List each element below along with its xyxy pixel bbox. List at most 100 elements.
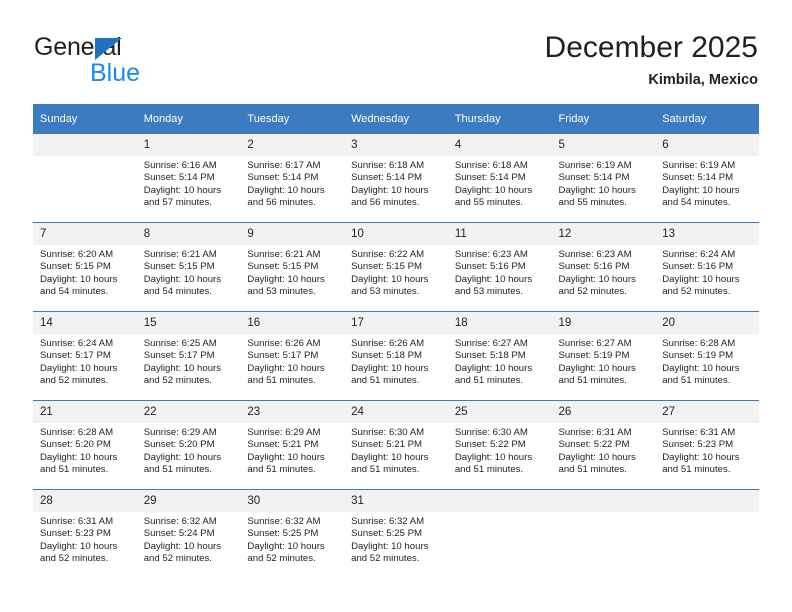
sunrise-text: Sunrise: 6:31 AM — [558, 427, 632, 438]
sunset-text: Sunset: 5:21 PM — [247, 439, 319, 451]
day-sun-info: Sunrise: 6:32 AM Sunset: 5:25 PM Daylight:… — [344, 512, 448, 566]
calendar-day-cell — [33, 133, 137, 223]
day-cell-content — [551, 490, 656, 578]
sunrise-text: Sunrise: 6:26 AM — [351, 338, 425, 349]
calendar-day-cell[interactable]: 12 Sunrise: 6:23 AM Sunset: 5:16 PM Dayligh… — [551, 222, 656, 312]
weekday-header-thursday: Thursday — [447, 104, 552, 134]
brand-logo[interactable]: General Blue — [34, 33, 254, 89]
sunset-text: Sunset: 5:16 PM — [454, 261, 526, 273]
daylight-text: Daylight: 10 hours and 52 minutes. — [40, 540, 118, 565]
day-sun-info: Sunrise: 6:21 AM Sunset: 5:15 PM Daylight:… — [240, 245, 344, 299]
day-sun-info: Sunrise: 6:30 AM Sunset: 5:21 PM Daylight:… — [344, 423, 448, 477]
calendar-day-cell[interactable]: 18 Sunrise: 6:27 AM Sunset: 5:18 PM Dayligh… — [447, 311, 552, 401]
sunset-text: Sunset: 5:14 PM — [662, 172, 734, 184]
calendar-day-cell[interactable]: 9 Sunrise: 6:21 AM Sunset: 5:15 PM Daylight… — [240, 222, 345, 312]
calendar-day-cell[interactable]: 22 Sunrise: 6:29 AM Sunset: 5:20 PM Dayligh… — [136, 400, 241, 490]
day-sun-info: Sunrise: 6:28 AM Sunset: 5:19 PM Daylight:… — [655, 334, 759, 388]
calendar-week-row: 28 Sunrise: 6:31 AM Sunset: 5:23 PM Dayligh… — [33, 489, 759, 578]
daylight-text: Daylight: 10 hours and 54 minutes. — [143, 273, 222, 298]
sunrise-text: Sunrise: 6:19 AM — [558, 160, 632, 171]
day-number — [655, 490, 759, 512]
day-sun-info: Sunrise: 6:32 AM Sunset: 5:24 PM Daylight:… — [137, 512, 241, 566]
day-number: 10 — [344, 223, 448, 245]
day-cell-content: 15 Sunrise: 6:25 AM Sunset: 5:17 PM Dayligh… — [136, 312, 241, 400]
sunrise-text: Sunrise: 6:28 AM — [662, 338, 736, 349]
sunset-text: Sunset: 5:21 PM — [351, 439, 423, 451]
day-number: 23 — [240, 401, 345, 423]
calendar-day-cell[interactable]: 23 Sunrise: 6:29 AM Sunset: 5:21 PM Dayligh… — [240, 400, 345, 490]
sunrise-text: Sunrise: 6:30 AM — [454, 427, 528, 438]
calendar-day-cell — [551, 489, 656, 578]
daylight-text: Daylight: 10 hours and 51 minutes. — [558, 451, 636, 476]
calendar-day-cell[interactable]: 1 Sunrise: 6:16 AM Sunset: 5:14 PM Daylight… — [136, 133, 241, 223]
sunset-text: Sunset: 5:23 PM — [40, 528, 111, 540]
day-number: 15 — [136, 312, 241, 334]
daylight-text: Daylight: 10 hours and 56 minutes. — [247, 184, 325, 209]
day-cell-content: 19 Sunrise: 6:27 AM Sunset: 5:19 PM Dayligh… — [551, 312, 656, 400]
sunset-text: Sunset: 5:14 PM — [558, 172, 630, 184]
sunset-text: Sunset: 5:19 PM — [662, 350, 734, 362]
calendar-day-cell[interactable]: 19 Sunrise: 6:27 AM Sunset: 5:19 PM Dayligh… — [551, 311, 656, 401]
calendar-day-cell[interactable]: 25 Sunrise: 6:30 AM Sunset: 5:22 PM Dayligh… — [447, 400, 552, 490]
calendar-day-cell[interactable]: 30 Sunrise: 6:32 AM Sunset: 5:25 PM Dayligh… — [240, 489, 345, 578]
sunset-text: Sunset: 5:18 PM — [351, 350, 423, 362]
weekday-header-monday: Monday — [136, 104, 241, 134]
calendar-day-cell[interactable]: 14 Sunrise: 6:24 AM Sunset: 5:17 PM Dayligh… — [33, 311, 137, 401]
calendar-week-row: 7 Sunrise: 6:20 AM Sunset: 5:15 PM Daylight… — [33, 222, 759, 312]
day-cell-content: 1 Sunrise: 6:16 AM Sunset: 5:14 PM Daylight… — [136, 134, 241, 222]
day-number: 6 — [655, 134, 759, 156]
daylight-text: Daylight: 10 hours and 52 minutes. — [351, 540, 429, 565]
calendar-day-cell[interactable]: 17 Sunrise: 6:26 AM Sunset: 5:18 PM Dayligh… — [344, 311, 448, 401]
calendar-day-cell[interactable]: 3 Sunrise: 6:18 AM Sunset: 5:14 PM Daylight… — [344, 133, 448, 223]
day-sun-info: Sunrise: 6:26 AM Sunset: 5:17 PM Daylight:… — [240, 334, 344, 388]
calendar-day-cell[interactable]: 20 Sunrise: 6:28 AM Sunset: 5:19 PM Dayligh… — [655, 311, 759, 401]
sunset-text: Sunset: 5:17 PM — [40, 350, 111, 362]
calendar-day-cell[interactable]: 4 Sunrise: 6:18 AM Sunset: 5:14 PM Daylight… — [447, 133, 552, 223]
daylight-text: Daylight: 10 hours and 51 minutes. — [143, 451, 222, 476]
calendar-day-cell[interactable]: 26 Sunrise: 6:31 AM Sunset: 5:22 PM Dayligh… — [551, 400, 656, 490]
calendar-day-cell[interactable]: 29 Sunrise: 6:32 AM Sunset: 5:24 PM Dayligh… — [136, 489, 241, 578]
calendar-day-cell[interactable]: 5 Sunrise: 6:19 AM Sunset: 5:14 PM Daylight… — [551, 133, 656, 223]
calendar-day-cell[interactable]: 10 Sunrise: 6:22 AM Sunset: 5:15 PM Dayligh… — [344, 222, 448, 312]
calendar-day-cell[interactable]: 7 Sunrise: 6:20 AM Sunset: 5:15 PM Daylight… — [33, 222, 137, 312]
day-number — [33, 134, 137, 156]
calendar-day-cell[interactable]: 8 Sunrise: 6:21 AM Sunset: 5:15 PM Daylight… — [136, 222, 241, 312]
calendar-day-cell[interactable]: 6 Sunrise: 6:19 AM Sunset: 5:14 PM Daylight… — [655, 133, 759, 223]
calendar-day-cell[interactable]: 16 Sunrise: 6:26 AM Sunset: 5:17 PM Dayligh… — [240, 311, 345, 401]
calendar-day-cell[interactable]: 15 Sunrise: 6:25 AM Sunset: 5:17 PM Dayligh… — [136, 311, 241, 401]
calendar-day-cell[interactable]: 27 Sunrise: 6:31 AM Sunset: 5:23 PM Dayligh… — [655, 400, 759, 490]
day-cell-content: 28 Sunrise: 6:31 AM Sunset: 5:23 PM Dayligh… — [33, 490, 137, 578]
sunset-text: Sunset: 5:15 PM — [351, 261, 423, 273]
sunrise-text: Sunrise: 6:16 AM — [143, 160, 217, 171]
daylight-text: Daylight: 10 hours and 52 minutes. — [40, 362, 118, 387]
weekday-header-wednesday: Wednesday — [344, 104, 448, 134]
calendar-day-cell[interactable]: 13 Sunrise: 6:24 AM Sunset: 5:16 PM Dayligh… — [655, 222, 759, 312]
calendar-day-cell[interactable]: 11 Sunrise: 6:23 AM Sunset: 5:16 PM Dayligh… — [447, 222, 552, 312]
daylight-text: Daylight: 10 hours and 54 minutes. — [662, 184, 740, 209]
calendar-day-cell[interactable]: 31 Sunrise: 6:32 AM Sunset: 5:25 PM Dayligh… — [344, 489, 448, 578]
calendar-header-row: Sunday Monday Tuesday Wednesday Thursday… — [33, 104, 759, 134]
day-number: 5 — [551, 134, 656, 156]
sunset-text: Sunset: 5:14 PM — [454, 172, 526, 184]
daylight-text: Daylight: 10 hours and 51 minutes. — [351, 362, 429, 387]
sunrise-text: Sunrise: 6:27 AM — [558, 338, 632, 349]
day-cell-content: 20 Sunrise: 6:28 AM Sunset: 5:19 PM Dayligh… — [655, 312, 759, 400]
sunset-text: Sunset: 5:22 PM — [558, 439, 630, 451]
sunset-text: Sunset: 5:20 PM — [143, 439, 215, 451]
sunset-text: Sunset: 5:20 PM — [40, 439, 111, 451]
calendar-day-cell[interactable]: 2 Sunrise: 6:17 AM Sunset: 5:14 PM Daylight… — [240, 133, 345, 223]
calendar-day-cell[interactable]: 24 Sunrise: 6:30 AM Sunset: 5:21 PM Dayligh… — [344, 400, 448, 490]
sunset-text: Sunset: 5:16 PM — [662, 261, 734, 273]
sunset-text: Sunset: 5:17 PM — [247, 350, 319, 362]
sunrise-text: Sunrise: 6:23 AM — [558, 249, 632, 260]
day-number: 26 — [551, 401, 656, 423]
calendar-day-cell[interactable]: 21 Sunrise: 6:28 AM Sunset: 5:20 PM Dayligh… — [33, 400, 137, 490]
day-sun-info: Sunrise: 6:28 AM Sunset: 5:20 PM Daylight:… — [33, 423, 137, 477]
day-number — [551, 490, 656, 512]
daylight-text: Daylight: 10 hours and 55 minutes. — [558, 184, 636, 209]
day-sun-info: Sunrise: 6:22 AM Sunset: 5:15 PM Daylight:… — [344, 245, 448, 299]
day-sun-info: Sunrise: 6:27 AM Sunset: 5:19 PM Daylight:… — [552, 334, 656, 388]
day-number: 21 — [33, 401, 137, 423]
page-header: General Blue December 2025 Kimbila, Mexi… — [0, 0, 792, 104]
calendar-day-cell[interactable]: 28 Sunrise: 6:31 AM Sunset: 5:23 PM Dayligh… — [33, 489, 137, 578]
